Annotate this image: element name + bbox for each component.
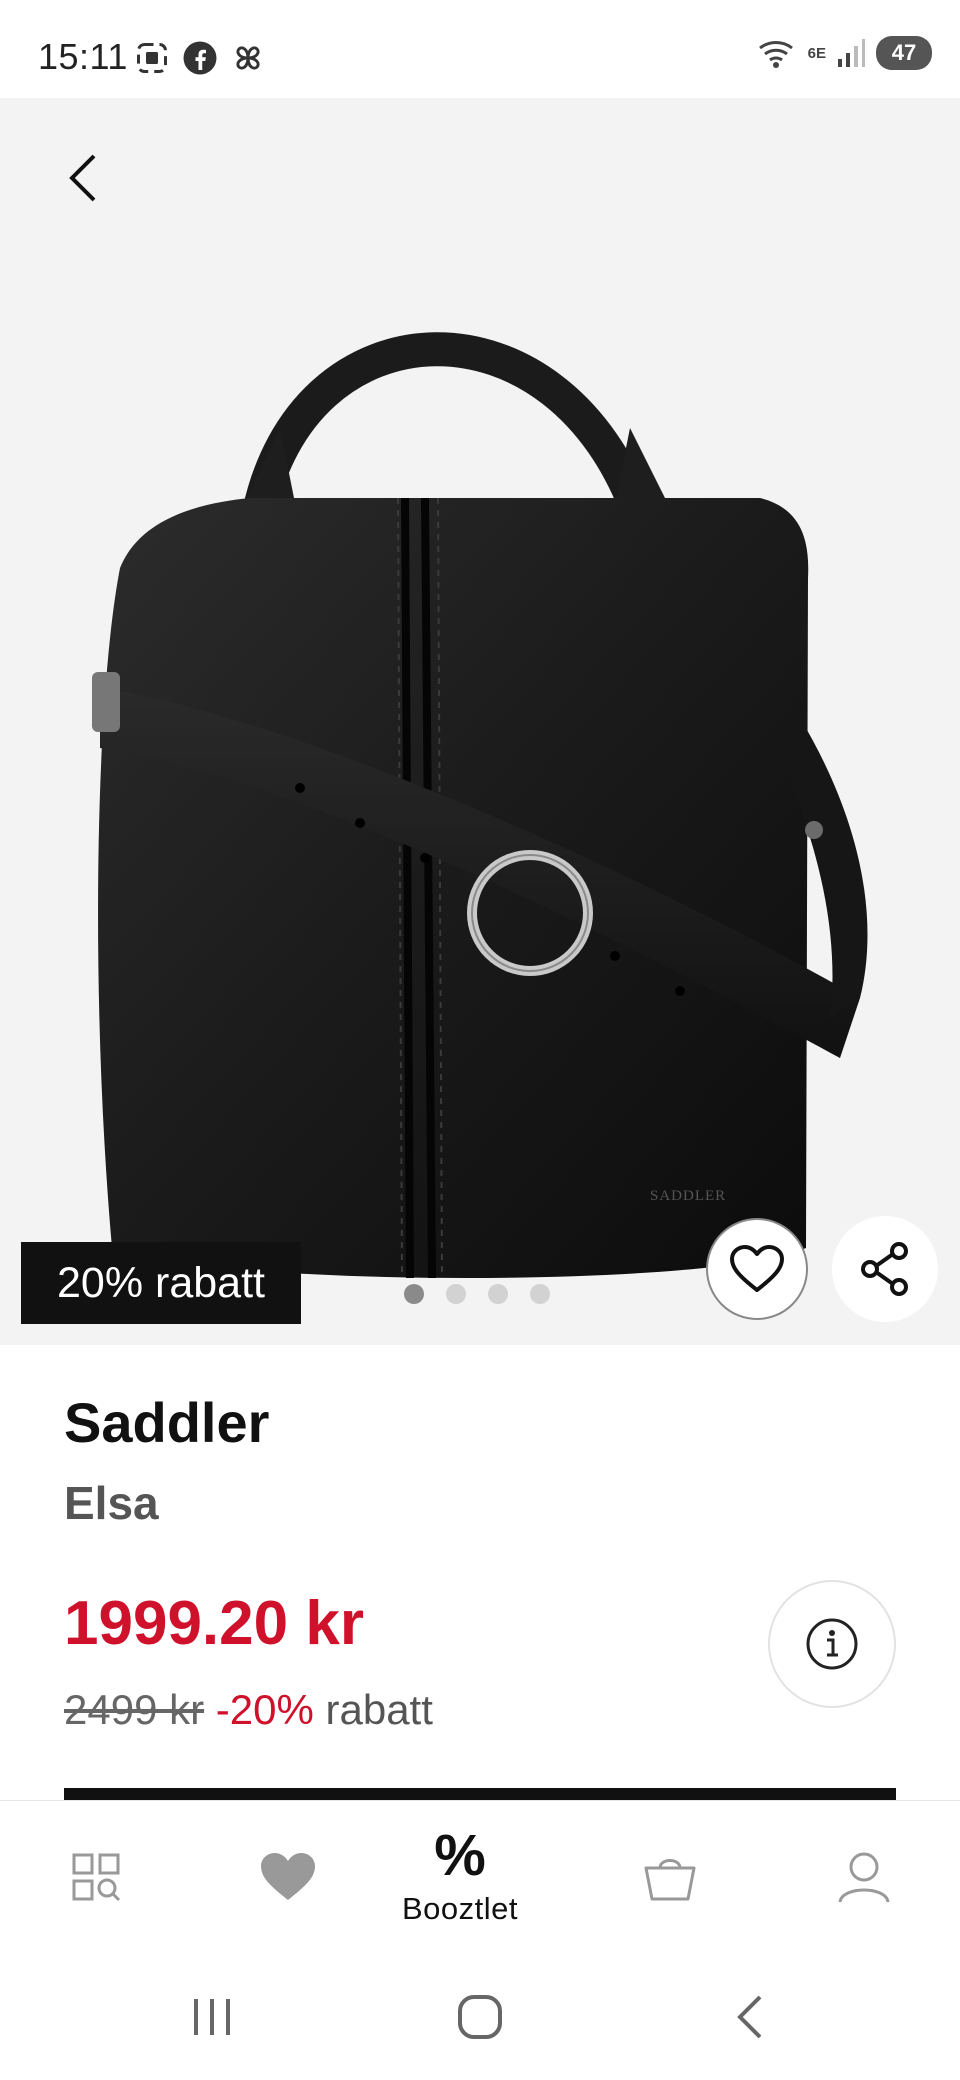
info-icon: [806, 1618, 858, 1670]
product-price: 1999.20 kr: [64, 1589, 364, 1658]
network-type-label: 6E: [807, 44, 826, 62]
back-arrow-icon: [737, 1995, 762, 2039]
carousel-indicator: [404, 1284, 550, 1304]
price-info-button[interactable]: [768, 1580, 896, 1708]
status-bar: 15:11 6E 47: [0, 0, 960, 98]
status-notification-icons: [134, 40, 266, 76]
browse-categories-icon: [72, 1853, 121, 1902]
status-system-icons: 6E 47: [758, 36, 932, 70]
share-icon: [861, 1242, 908, 1296]
user-icon: [838, 1852, 890, 1903]
heart-icon: [261, 1853, 315, 1900]
bottom-navigation: % Booztlet: [0, 1800, 960, 1952]
home-icon: [458, 1995, 502, 2039]
recent-apps-icon: [194, 1999, 230, 2035]
nav-browse[interactable]: [36, 1801, 156, 1953]
carousel-dot[interactable]: [530, 1284, 550, 1304]
percent-icon: %: [434, 1823, 486, 1888]
shopping-bag-icon: [644, 1859, 696, 1901]
nav-account[interactable]: [804, 1801, 924, 1953]
recent-apps-button[interactable]: [172, 1982, 252, 2052]
carousel-dot[interactable]: [446, 1284, 466, 1304]
home-button[interactable]: [440, 1982, 520, 2052]
nav-cart[interactable]: [610, 1801, 730, 1953]
battery-icon: 47: [876, 36, 932, 70]
back-button[interactable]: [56, 150, 112, 206]
nav-booztlet[interactable]: % Booztlet: [400, 1801, 520, 1953]
system-navigation-bar: [0, 1952, 960, 2080]
wishlist-button[interactable]: [706, 1218, 808, 1320]
product-name: Elsa: [64, 1477, 159, 1529]
share-button[interactable]: [832, 1216, 938, 1322]
heart-outline-icon: [730, 1245, 784, 1292]
signal-icon: [838, 39, 865, 67]
product-photo: SADDLER: [92, 332, 868, 1279]
nav-favorites[interactable]: [228, 1801, 348, 1953]
carousel-dot[interactable]: [404, 1284, 424, 1304]
price-details: 2499 kr -20% rabatt: [64, 1686, 433, 1734]
screenshot-icon: [137, 43, 167, 73]
discount-badge: 20% rabatt: [21, 1242, 301, 1324]
chevron-left-icon: [69, 154, 96, 202]
carousel-dot[interactable]: [488, 1284, 508, 1304]
wifi-icon: [758, 41, 793, 68]
pinwheel-icon: [236, 46, 260, 70]
system-back-button[interactable]: [710, 1982, 790, 2052]
bag-logo-text: SADDLER: [650, 1188, 726, 1204]
discount-percent: -20%: [215, 1686, 314, 1733]
add-to-cart-bar[interactable]: [64, 1788, 896, 1800]
nav-booztlet-label: Booztlet: [401, 1891, 518, 1926]
facebook-icon: [183, 41, 217, 75]
original-price: 2499 kr: [64, 1686, 205, 1733]
product-brand[interactable]: Saddler: [64, 1390, 269, 1455]
product-image-carousel[interactable]: SADDLER 20% rabatt: [0, 98, 960, 1345]
status-time: 15:11: [38, 36, 128, 77]
discount-suffix: rabatt: [325, 1686, 433, 1733]
